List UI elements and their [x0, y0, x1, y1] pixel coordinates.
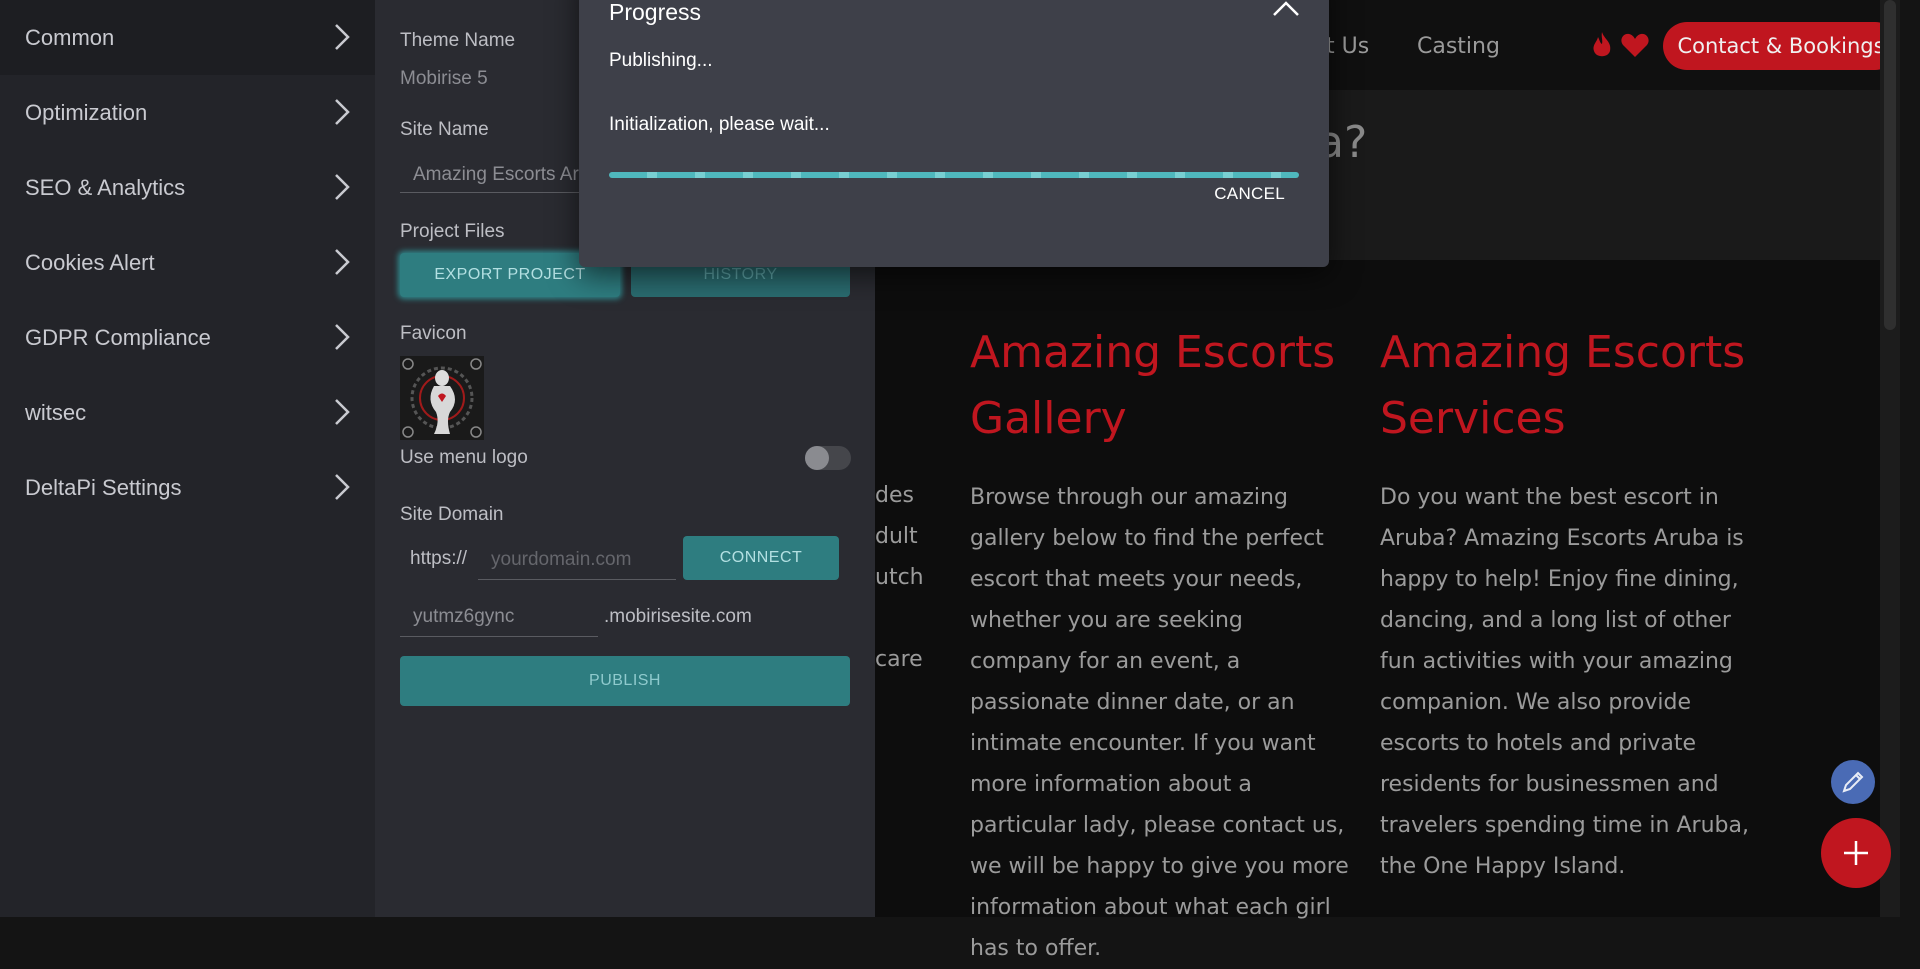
- sidebar-item-label: witsec: [25, 399, 87, 425]
- sidebar-item-cookies-alert[interactable]: Cookies Alert: [0, 225, 375, 300]
- chevron-right-icon: [335, 99, 350, 125]
- sidebar-item-label: SEO & Analytics: [25, 174, 186, 200]
- sidebar-item-deltapi-settings[interactable]: DeltaPi Settings: [0, 450, 375, 525]
- chevron-right-icon: [335, 474, 350, 500]
- sidebar-item-seo-analytics[interactable]: SEO & Analytics: [0, 150, 375, 225]
- toggle-knob: [805, 446, 829, 470]
- theme-name-value: Mobirise 5: [400, 68, 488, 89]
- favicon-label: Favicon: [400, 323, 467, 344]
- use-menu-logo-toggle[interactable]: [805, 446, 851, 470]
- pencil-icon: [1842, 771, 1864, 793]
- sidebar-item-label: Common: [25, 24, 115, 50]
- sidebar-item-label: DeltaPi Settings: [25, 474, 182, 500]
- nav-link-casting[interactable]: Casting: [1417, 34, 1500, 59]
- column-text-fragment: dult: [875, 524, 918, 549]
- column-text-fragment: des: [875, 483, 914, 508]
- theme-name-label: Theme Name: [400, 30, 516, 51]
- initialization-status: Initialization, please wait...: [609, 114, 830, 135]
- services-title: Amazing Escorts Services: [1380, 327, 1746, 444]
- publish-button[interactable]: PUBLISH: [400, 656, 850, 706]
- chevron-right-icon: [335, 249, 350, 275]
- add-block-button[interactable]: [1821, 818, 1891, 888]
- services-text: Do you want the best escort in Aruba? Am…: [1380, 485, 1749, 879]
- domain-input[interactable]: [478, 540, 676, 580]
- https-prefix: https://: [410, 548, 468, 569]
- progress-bar: [609, 172, 1299, 178]
- subdomain-input[interactable]: yutmz6gync: [400, 597, 598, 637]
- gallery-title: Amazing Escorts Gallery: [970, 327, 1336, 444]
- fire-icon[interactable]: [1590, 31, 1614, 59]
- cancel-button[interactable]: CANCEL: [1214, 180, 1285, 208]
- heart-icon[interactable]: [1621, 33, 1649, 58]
- column-text-fragment: care: [875, 647, 923, 672]
- sidebar-item-label: GDPR Compliance: [25, 324, 211, 350]
- connect-button[interactable]: CONNECT: [683, 536, 839, 580]
- nav-link-about-us[interactable]: t Us: [1326, 34, 1369, 59]
- sidebar-item-optimization[interactable]: Optimization: [0, 75, 375, 150]
- progress-dialog: Progress Publishing... Initialization, p…: [579, 0, 1329, 267]
- use-menu-logo-label: Use menu logo: [400, 447, 528, 468]
- column-text-fragment: utch: [875, 565, 924, 590]
- site-domain-label: Site Domain: [400, 504, 504, 525]
- chevron-right-icon: [335, 24, 350, 50]
- sidebar-item-common[interactable]: Common: [0, 0, 375, 75]
- plus-icon: [1844, 841, 1868, 865]
- project-files-label: Project Files: [400, 221, 505, 242]
- sidebar-item-witsec[interactable]: witsec: [0, 375, 375, 450]
- chevron-right-icon: [335, 399, 350, 425]
- favicon-image[interactable]: [400, 356, 484, 440]
- site-name-label: Site Name: [400, 119, 489, 140]
- sidebar-item-gdpr-compliance[interactable]: GDPR Compliance: [0, 300, 375, 375]
- chevron-right-icon: [335, 324, 350, 350]
- contact-bookings-button[interactable]: Contact & Bookings: [1663, 22, 1899, 70]
- subdomain-suffix: .mobirisesite.com: [604, 606, 752, 627]
- preview-scrollbar[interactable]: [1880, 0, 1900, 917]
- sidebar-item-label: Cookies Alert: [25, 249, 155, 275]
- sidebar-item-label: Optimization: [25, 99, 148, 125]
- chevron-right-icon: [335, 174, 350, 200]
- scrollbar-thumb[interactable]: [1884, 0, 1896, 330]
- dialog-title: Progress: [609, 0, 702, 25]
- publishing-status: Publishing...: [609, 50, 713, 71]
- close-icon[interactable]: [1271, 0, 1301, 19]
- settings-sidebar: Common Optimization SEO & Analytics Cook…: [0, 0, 375, 917]
- gallery-text: Browse through our amazing gallery below…: [970, 485, 1349, 961]
- edit-button[interactable]: [1831, 760, 1875, 804]
